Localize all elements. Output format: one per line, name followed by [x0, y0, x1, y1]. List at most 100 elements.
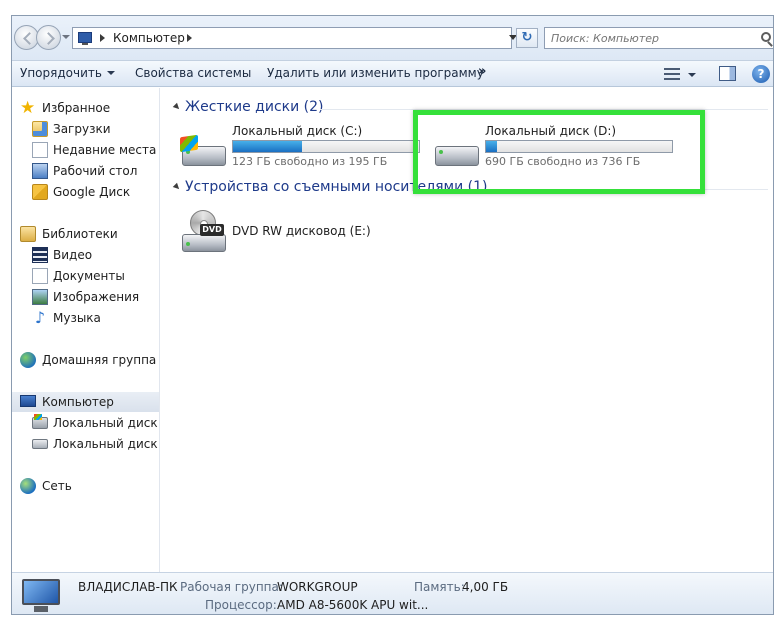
sidebar-item-recent-places[interactable]: Недавние места: [12, 140, 159, 160]
downloads-folder-icon: [32, 121, 48, 137]
system-drive-icon: [180, 134, 226, 168]
view-options-dropdown[interactable]: [688, 73, 696, 77]
uninstall-program-button[interactable]: Удалить или изменить программу: [267, 66, 484, 80]
drive-tile-c[interactable]: Локальный диск (C:) 123 ГБ свободно из 1…: [180, 124, 420, 174]
sidebar-item-computer[interactable]: Компьютер: [12, 392, 159, 412]
computer-icon: [78, 32, 92, 45]
desktop-icon: [32, 163, 48, 179]
forward-button[interactable]: [36, 25, 61, 50]
video-icon: [32, 247, 48, 263]
star-icon: ★: [20, 98, 36, 118]
sidebar-item-label: Документы: [53, 269, 125, 283]
change-view-icon[interactable]: [664, 67, 680, 81]
libraries-icon: [20, 226, 36, 242]
sidebar-item-favorites[interactable]: ★ Избранное: [12, 98, 159, 118]
system-drive-icon: [32, 414, 48, 429]
refresh-button[interactable]: ↻: [516, 28, 538, 48]
dvd-drive-icon: DVD: [180, 210, 228, 254]
hard-drive-icon: [32, 439, 48, 449]
sidebar-item-homegroup[interactable]: Домашняя группа: [12, 350, 159, 370]
drive-free-space: 690 ГБ свободно из 736 ГБ: [485, 155, 641, 168]
sidebar-item-google-drive[interactable]: Google Диск: [12, 182, 159, 202]
homegroup-icon: [20, 352, 36, 368]
command-bar: Упорядочить Свойства системы Удалить или…: [12, 60, 773, 87]
workgroup-value: WORKGROUP: [277, 580, 358, 594]
sidebar-item-video[interactable]: Видео: [12, 245, 159, 265]
network-icon: [20, 478, 36, 494]
computer-monitor-icon: [22, 579, 62, 614]
sidebar-item-label: Видео: [53, 248, 93, 262]
group-divider: [320, 109, 768, 110]
sidebar-item-label: Избранное: [42, 101, 111, 115]
computer-name: ВЛАДИСЛАВ-ПК: [78, 580, 178, 594]
sidebar-item-label: Google Диск: [53, 185, 131, 199]
memory-value: 4,00 ГБ: [462, 580, 509, 594]
help-icon[interactable]: ?: [752, 65, 770, 83]
memory-label: Память:: [414, 580, 465, 594]
drive-usage-fill: [486, 141, 498, 152]
group-title: Устройства со съемными носителями (1): [185, 179, 488, 195]
sidebar-item-label: Загрузки: [53, 122, 111, 136]
sidebar-item-libraries[interactable]: Библиотеки: [12, 224, 159, 244]
chevron-down-icon: [106, 71, 115, 75]
sidebar-item-label: Локальный диск (D: [53, 437, 159, 451]
drive-usage-bar: [485, 140, 673, 153]
sidebar-item-drive-c[interactable]: Локальный диск (C: [12, 413, 159, 433]
details-pane: ВЛАДИСЛАВ-ПК Рабочая группа: WORKGROUP П…: [12, 572, 773, 614]
breadcrumb-computer[interactable]: Компьютер: [113, 31, 185, 45]
breadcrumb-separator-icon[interactable]: [100, 34, 105, 42]
collapse-arrow-icon[interactable]: [172, 102, 182, 112]
sidebar-item-label: Недавние места: [53, 143, 157, 157]
search-icon[interactable]: [761, 32, 771, 42]
music-note-icon: ♪: [34, 308, 46, 327]
google-drive-icon: [32, 184, 48, 200]
address-row: Компьютер ↻: [12, 16, 773, 60]
cpu-value: AMD A8-5600K APU wit...: [277, 598, 429, 612]
group-title: Жесткие диски (2): [185, 99, 324, 115]
sidebar-item-label: Локальный диск (C: [53, 416, 159, 430]
sidebar-item-documents[interactable]: Документы: [12, 266, 159, 286]
system-properties-button[interactable]: Свойства системы: [135, 66, 251, 80]
drive-free-space: 123 ГБ свободно из 195 ГБ: [232, 155, 388, 168]
dvd-badge: DVD: [200, 224, 224, 236]
drive-name: DVD RW дисковод (E:): [232, 224, 371, 238]
sidebar-item-network[interactable]: Сеть: [12, 476, 159, 496]
computer-icon: [20, 395, 36, 407]
sidebar-item-music[interactable]: ♪ Музыка: [12, 308, 159, 328]
drive-usage-fill: [233, 141, 302, 152]
drive-tile-dvd[interactable]: DVD DVD RW дисковод (E:): [180, 210, 420, 260]
sidebar-item-label: Изображения: [53, 290, 140, 304]
sidebar-item-label: Домашняя группа: [42, 353, 157, 367]
pictures-icon: [32, 289, 48, 305]
more-commands-button[interactable]: »: [478, 64, 486, 79]
address-bar[interactable]: Компьютер: [72, 27, 517, 49]
search-input[interactable]: [551, 30, 751, 46]
recent-places-icon: [32, 142, 48, 158]
drive-name: Локальный диск (C:): [232, 124, 363, 138]
recent-pages-dropdown[interactable]: [62, 35, 70, 39]
drive-usage-bar: [232, 140, 420, 153]
sidebar-item-label: Библиотеки: [42, 227, 118, 241]
group-divider: [497, 189, 768, 190]
sidebar-item-label: Музыка: [53, 311, 101, 325]
refresh-icon: ↻: [521, 30, 533, 45]
content-pane: Жесткие диски (2) Локальный диск (C:) 12…: [162, 88, 773, 572]
drive-tile-d[interactable]: Локальный диск (D:) 690 ГБ свободно из 7…: [433, 124, 673, 174]
sidebar-item-desktop[interactable]: Рабочий стол: [12, 161, 159, 181]
sidebar-item-pictures[interactable]: Изображения: [12, 287, 159, 307]
organize-label: Упорядочить: [20, 66, 102, 80]
collapse-arrow-icon[interactable]: [172, 182, 182, 192]
sidebar-item-label: Компьютер: [42, 395, 114, 409]
preview-pane-icon[interactable]: [719, 66, 736, 81]
sidebar-item-downloads[interactable]: Загрузки: [12, 119, 159, 139]
cpu-label: Процессор:: [205, 598, 277, 612]
sidebar-item-label: Сеть: [42, 479, 72, 493]
drive-name: Локальный диск (D:): [485, 124, 617, 138]
sidebar-item-drive-d[interactable]: Локальный диск (D: [12, 434, 159, 454]
search-box[interactable]: [544, 27, 773, 49]
explorer-window: Компьютер ↻ Упорядочить Свойства системы…: [11, 15, 774, 615]
breadcrumb-chevron-icon[interactable]: [187, 34, 192, 42]
documents-icon: [32, 268, 48, 284]
organize-button[interactable]: Упорядочить: [20, 66, 115, 80]
hard-drive-icon: [433, 136, 479, 168]
